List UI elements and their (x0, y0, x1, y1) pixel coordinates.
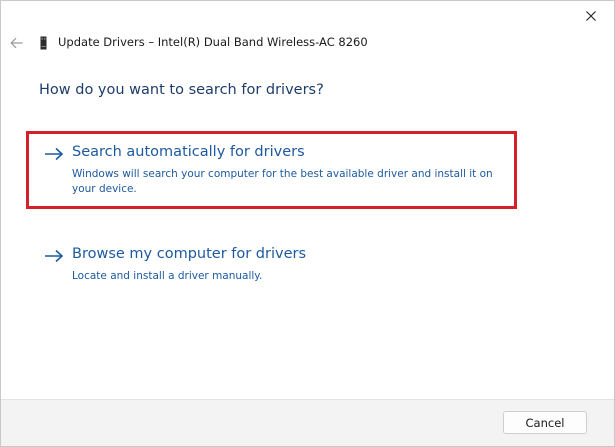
update-drivers-dialog: Update Drivers – Intel(R) Dual Band Wire… (0, 0, 615, 447)
arrow-right-icon (45, 249, 64, 263)
page-heading: How do you want to search for drivers? (39, 82, 324, 98)
option-title: Search automatically for drivers (72, 144, 305, 160)
back-button[interactable] (7, 33, 25, 53)
close-button[interactable] (568, 1, 614, 31)
option-description: Windows will search your computer for th… (72, 168, 493, 195)
browse-computer-option[interactable]: Browse my computer for drivers Locate an… (44, 246, 514, 286)
arrow-right-icon (45, 147, 64, 161)
dialog-footer: Cancel (1, 399, 614, 446)
option-description: Locate and install a driver manually. (72, 270, 263, 282)
dialog-header: Update Drivers – Intel(R) Dual Band Wire… (1, 31, 614, 55)
search-automatically-option[interactable]: Search automatically for drivers Windows… (44, 144, 514, 204)
device-icon (40, 36, 47, 50)
cancel-button[interactable]: Cancel (503, 411, 587, 434)
dialog-title: Update Drivers – Intel(R) Dual Band Wire… (58, 35, 368, 49)
close-icon (586, 11, 596, 21)
option-title: Browse my computer for drivers (72, 246, 307, 262)
back-arrow-icon (9, 37, 22, 49)
